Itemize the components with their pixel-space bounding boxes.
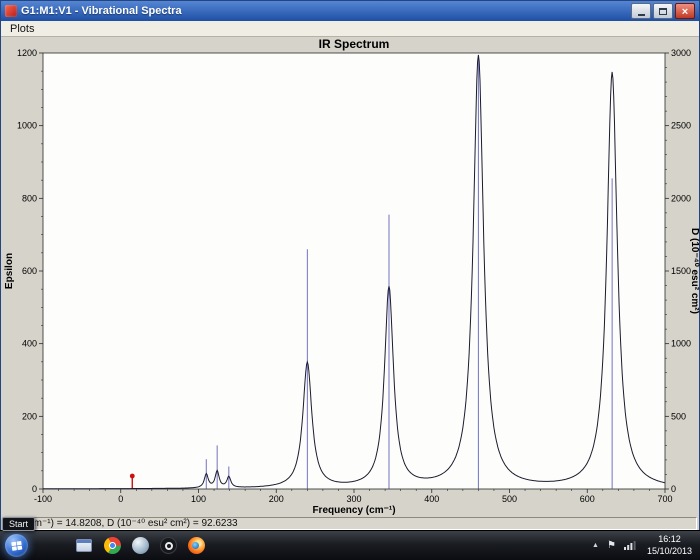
taskbar: ▲ ⚑ 16:12 15/10/2013 [0, 530, 700, 560]
clock-time: 16:12 [658, 533, 681, 544]
window-title: G1:M1:V1 - Vibrational Spectra [21, 5, 182, 17]
svg-text:0: 0 [671, 484, 676, 494]
y-axis-left: 0 200 400 600 800 1000 1200 [17, 48, 43, 494]
chart-title: IR Spectrum [319, 37, 390, 51]
action-center-flag-icon[interactable]: ⚑ [607, 540, 616, 551]
statusbar: ncy (cm⁻¹) = 14.8208, D (10⁻⁴⁰ esu² cm²)… [1, 515, 699, 531]
system-tray: ▲ ⚑ 16:12 15/10/2013 [592, 534, 695, 557]
y-axis-left-label: Epsilon [4, 253, 15, 289]
start-tooltip: Start [2, 517, 36, 531]
plot-area[interactable] [42, 52, 666, 490]
titlebar[interactable]: G1:M1:V1 - Vibrational Spectra [1, 1, 699, 21]
menu-plots[interactable]: Plots [5, 23, 39, 35]
minimize-button[interactable] [631, 3, 651, 19]
y-axis-right-label: D (10⁻⁴⁰ esu² cm²) [689, 228, 700, 314]
maximize-button[interactable] [653, 3, 673, 19]
taskbar-clock[interactable]: 16:12 15/10/2013 [644, 534, 695, 557]
start-button[interactable] [5, 534, 28, 557]
svg-text:1200: 1200 [17, 48, 37, 58]
svg-text:400: 400 [424, 494, 439, 504]
svg-text:100: 100 [191, 494, 206, 504]
y-axis-right: 0 500 1000 1500 2000 2500 3000 [665, 48, 691, 494]
svg-text:600: 600 [580, 494, 595, 504]
windows-flag-icon [10, 540, 22, 551]
window-controls [631, 3, 695, 19]
svg-text:0: 0 [32, 484, 37, 494]
svg-text:500: 500 [502, 494, 517, 504]
svg-text:200: 200 [22, 411, 37, 421]
ir-spectrum-chart[interactable]: IR Spectrum-100 0 100 200 300 400 500 600 700Fre… [1, 37, 700, 515]
network-icon[interactable] [623, 540, 636, 551]
svg-text:1500: 1500 [671, 266, 691, 276]
cursor-readout: ncy (cm⁻¹) = 14.8208, D (10⁻⁴⁰ esu² cm²)… [3, 516, 697, 530]
svg-text:-100: -100 [34, 494, 52, 504]
svg-text:500: 500 [671, 411, 686, 421]
svg-text:3000: 3000 [671, 48, 691, 58]
app-window: G1:M1:V1 - Vibrational Spectra Plots IR … [0, 0, 700, 531]
close-button[interactable] [675, 3, 695, 19]
svg-text:1000: 1000 [671, 339, 691, 349]
dark-ring-icon[interactable] [160, 537, 177, 554]
app-icon [5, 5, 17, 17]
svg-text:0: 0 [118, 494, 123, 504]
svg-text:2500: 2500 [671, 121, 691, 131]
svg-text:1000: 1000 [17, 121, 37, 131]
chrome-icon[interactable] [104, 537, 121, 554]
firefox-icon[interactable] [188, 537, 205, 554]
x-axis-label: Frequency (cm⁻¹) [312, 505, 395, 515]
svg-text:400: 400 [22, 339, 37, 349]
svg-text:2000: 2000 [671, 193, 691, 203]
svg-text:600: 600 [22, 266, 37, 276]
chart-area: IR Spectrum -100 0 100 200 300 400 500 600 700 Fre… [1, 37, 700, 515]
desktop: G1:M1:V1 - Vibrational Spectra Plots IR … [0, 0, 700, 560]
menubar: Plots [1, 21, 699, 37]
svg-text:800: 800 [22, 193, 37, 203]
svg-text:300: 300 [346, 494, 361, 504]
taskbar-items [76, 537, 205, 554]
window-app-icon[interactable] [76, 539, 92, 552]
svg-text:700: 700 [657, 494, 672, 504]
svg-text:200: 200 [269, 494, 284, 504]
x-axis: -100 0 100 200 300 400 500 600 700 [34, 489, 673, 504]
clock-date: 15/10/2013 [646, 545, 692, 556]
tray-expand-icon[interactable]: ▲ [592, 542, 599, 549]
media-orb-icon[interactable] [132, 537, 149, 554]
